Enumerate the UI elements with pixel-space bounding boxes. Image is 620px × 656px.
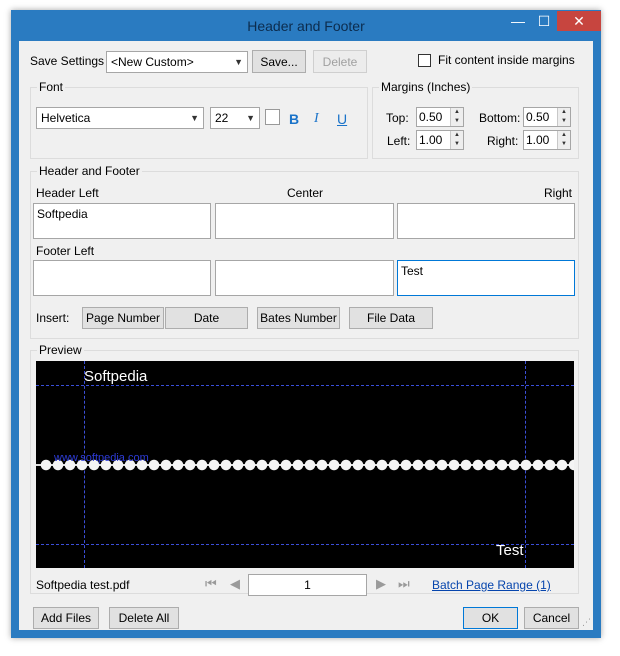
resize-grip-icon[interactable]: ⋰ — [582, 617, 591, 628]
minimize-button[interactable]: — — [505, 11, 531, 31]
insert-file-data-button[interactable]: File Data — [349, 307, 433, 329]
spin-up-icon[interactable]: ▲ — [558, 131, 570, 140]
delete-button[interactable]: Delete — [313, 50, 367, 73]
dialog-window: Header and Footer — ☐ ✕ Save Settings <N… — [11, 10, 601, 638]
preview-group-title: Preview — [37, 343, 84, 357]
top-margin-guide — [36, 385, 574, 386]
save-settings-label: Save Settings — [30, 54, 105, 68]
font-color-swatch[interactable] — [265, 109, 280, 125]
save-settings-combo[interactable]: <New Custom> ▼ — [106, 51, 248, 73]
italic-button[interactable]: I — [314, 111, 319, 127]
header-left-input[interactable]: Softpedia — [33, 203, 211, 239]
header-footer-group-title: Header and Footer — [37, 164, 142, 178]
bold-button[interactable]: B — [289, 111, 299, 127]
file-name-label: Softpedia test.pdf — [36, 578, 130, 592]
margin-top-spinner[interactable]: 0.50 ▲ ▼ — [416, 107, 464, 127]
font-family-value: Helvetica — [41, 111, 91, 125]
underline-button[interactable]: U — [337, 111, 347, 127]
first-page-icon[interactable]: ⏮ — [205, 576, 217, 592]
font-size-value: 22 — [215, 111, 229, 125]
preview-canvas: www.softpedia.com Softpedia Test — [36, 361, 574, 568]
bottom-margin-guide — [36, 544, 574, 545]
close-button[interactable]: ✕ — [557, 11, 601, 31]
margin-left-label: Left: — [387, 134, 411, 148]
save-button[interactable]: Save... — [252, 50, 306, 73]
insert-bates-number-button[interactable]: Bates Number — [257, 307, 340, 329]
batch-page-range-link[interactable]: Batch Page Range (1) — [432, 578, 551, 592]
header-right-label: Right — [544, 186, 573, 200]
spin-down-icon[interactable]: ▼ — [558, 140, 570, 149]
margin-left-spinner[interactable]: 1.00 ▲ ▼ — [416, 130, 464, 150]
footer-left-label: Footer Left — [36, 244, 95, 258]
preview-footer-text: Test — [496, 542, 524, 559]
spin-down-icon[interactable]: ▼ — [558, 117, 570, 126]
chevron-down-icon: ▼ — [246, 113, 255, 123]
footer-center-input[interactable] — [215, 260, 394, 296]
font-family-combo[interactable]: Helvetica ▼ — [36, 107, 204, 129]
page-number-input[interactable]: 1 — [248, 574, 367, 596]
margin-right-label: Right: — [487, 134, 519, 148]
spinner-buttons[interactable]: ▲ ▼ — [450, 108, 463, 126]
margin-top-value: 0.50 — [419, 110, 443, 124]
insert-page-number-button[interactable]: Page Number — [82, 307, 164, 329]
chevron-down-icon: ▼ — [234, 57, 243, 67]
title-bar[interactable]: Header and Footer — ☐ ✕ — [11, 10, 601, 41]
header-left-label: Header Left — [36, 186, 99, 200]
add-files-button[interactable]: Add Files — [33, 607, 99, 629]
maximize-button[interactable]: ☐ — [531, 11, 557, 31]
save-settings-value: <New Custom> — [111, 55, 194, 69]
margin-bottom-spinner[interactable]: 0.50 ▲ ▼ — [523, 107, 571, 127]
header-center-label: Center — [287, 186, 324, 200]
spin-down-icon[interactable]: ▼ — [451, 140, 463, 149]
margins-group-title: Margins (Inches) — [379, 80, 473, 94]
margin-right-value: 1.00 — [526, 133, 550, 147]
margin-left-value: 1.00 — [419, 133, 443, 147]
footer-right-input[interactable]: Test — [397, 260, 575, 296]
footer-left-input[interactable] — [33, 260, 211, 296]
spin-up-icon[interactable]: ▲ — [451, 108, 463, 117]
spin-down-icon[interactable]: ▼ — [451, 117, 463, 126]
delete-all-button[interactable]: Delete All — [109, 607, 179, 629]
fit-content-checkbox[interactable] — [418, 54, 431, 67]
spin-up-icon[interactable]: ▲ — [451, 131, 463, 140]
spinner-buttons[interactable]: ▲ ▼ — [557, 108, 570, 126]
last-page-icon[interactable]: ⏭ — [398, 576, 410, 592]
margin-right-spinner[interactable]: 1.00 ▲ ▼ — [523, 130, 571, 150]
dialog-body: Save Settings <New Custom> ▼ Save... Del… — [19, 41, 593, 630]
margin-bottom-label: Bottom: — [479, 111, 521, 125]
header-center-input[interactable] — [215, 203, 394, 239]
margin-top-label: Top: — [386, 111, 409, 125]
margin-bottom-value: 0.50 — [526, 110, 550, 124]
watermark-text: www.softpedia.com — [54, 452, 149, 464]
prev-page-icon[interactable]: ◀ — [230, 576, 240, 592]
chevron-down-icon: ▼ — [190, 113, 199, 123]
insert-date-button[interactable]: Date — [165, 307, 248, 329]
cancel-button[interactable]: Cancel — [524, 607, 579, 629]
spinner-buttons[interactable]: ▲ ▼ — [450, 131, 463, 149]
next-page-icon[interactable]: ▶ — [376, 576, 386, 592]
insert-label: Insert: — [36, 311, 70, 325]
header-right-input[interactable] — [397, 203, 575, 239]
ok-button[interactable]: OK — [463, 607, 518, 629]
spinner-buttons[interactable]: ▲ ▼ — [557, 131, 570, 149]
spin-up-icon[interactable]: ▲ — [558, 108, 570, 117]
font-group-title: Font — [37, 80, 66, 94]
fit-content-label: Fit content inside margins — [438, 53, 575, 67]
font-size-combo[interactable]: 22 ▼ — [210, 107, 260, 129]
preview-header-text: Softpedia — [84, 368, 148, 385]
